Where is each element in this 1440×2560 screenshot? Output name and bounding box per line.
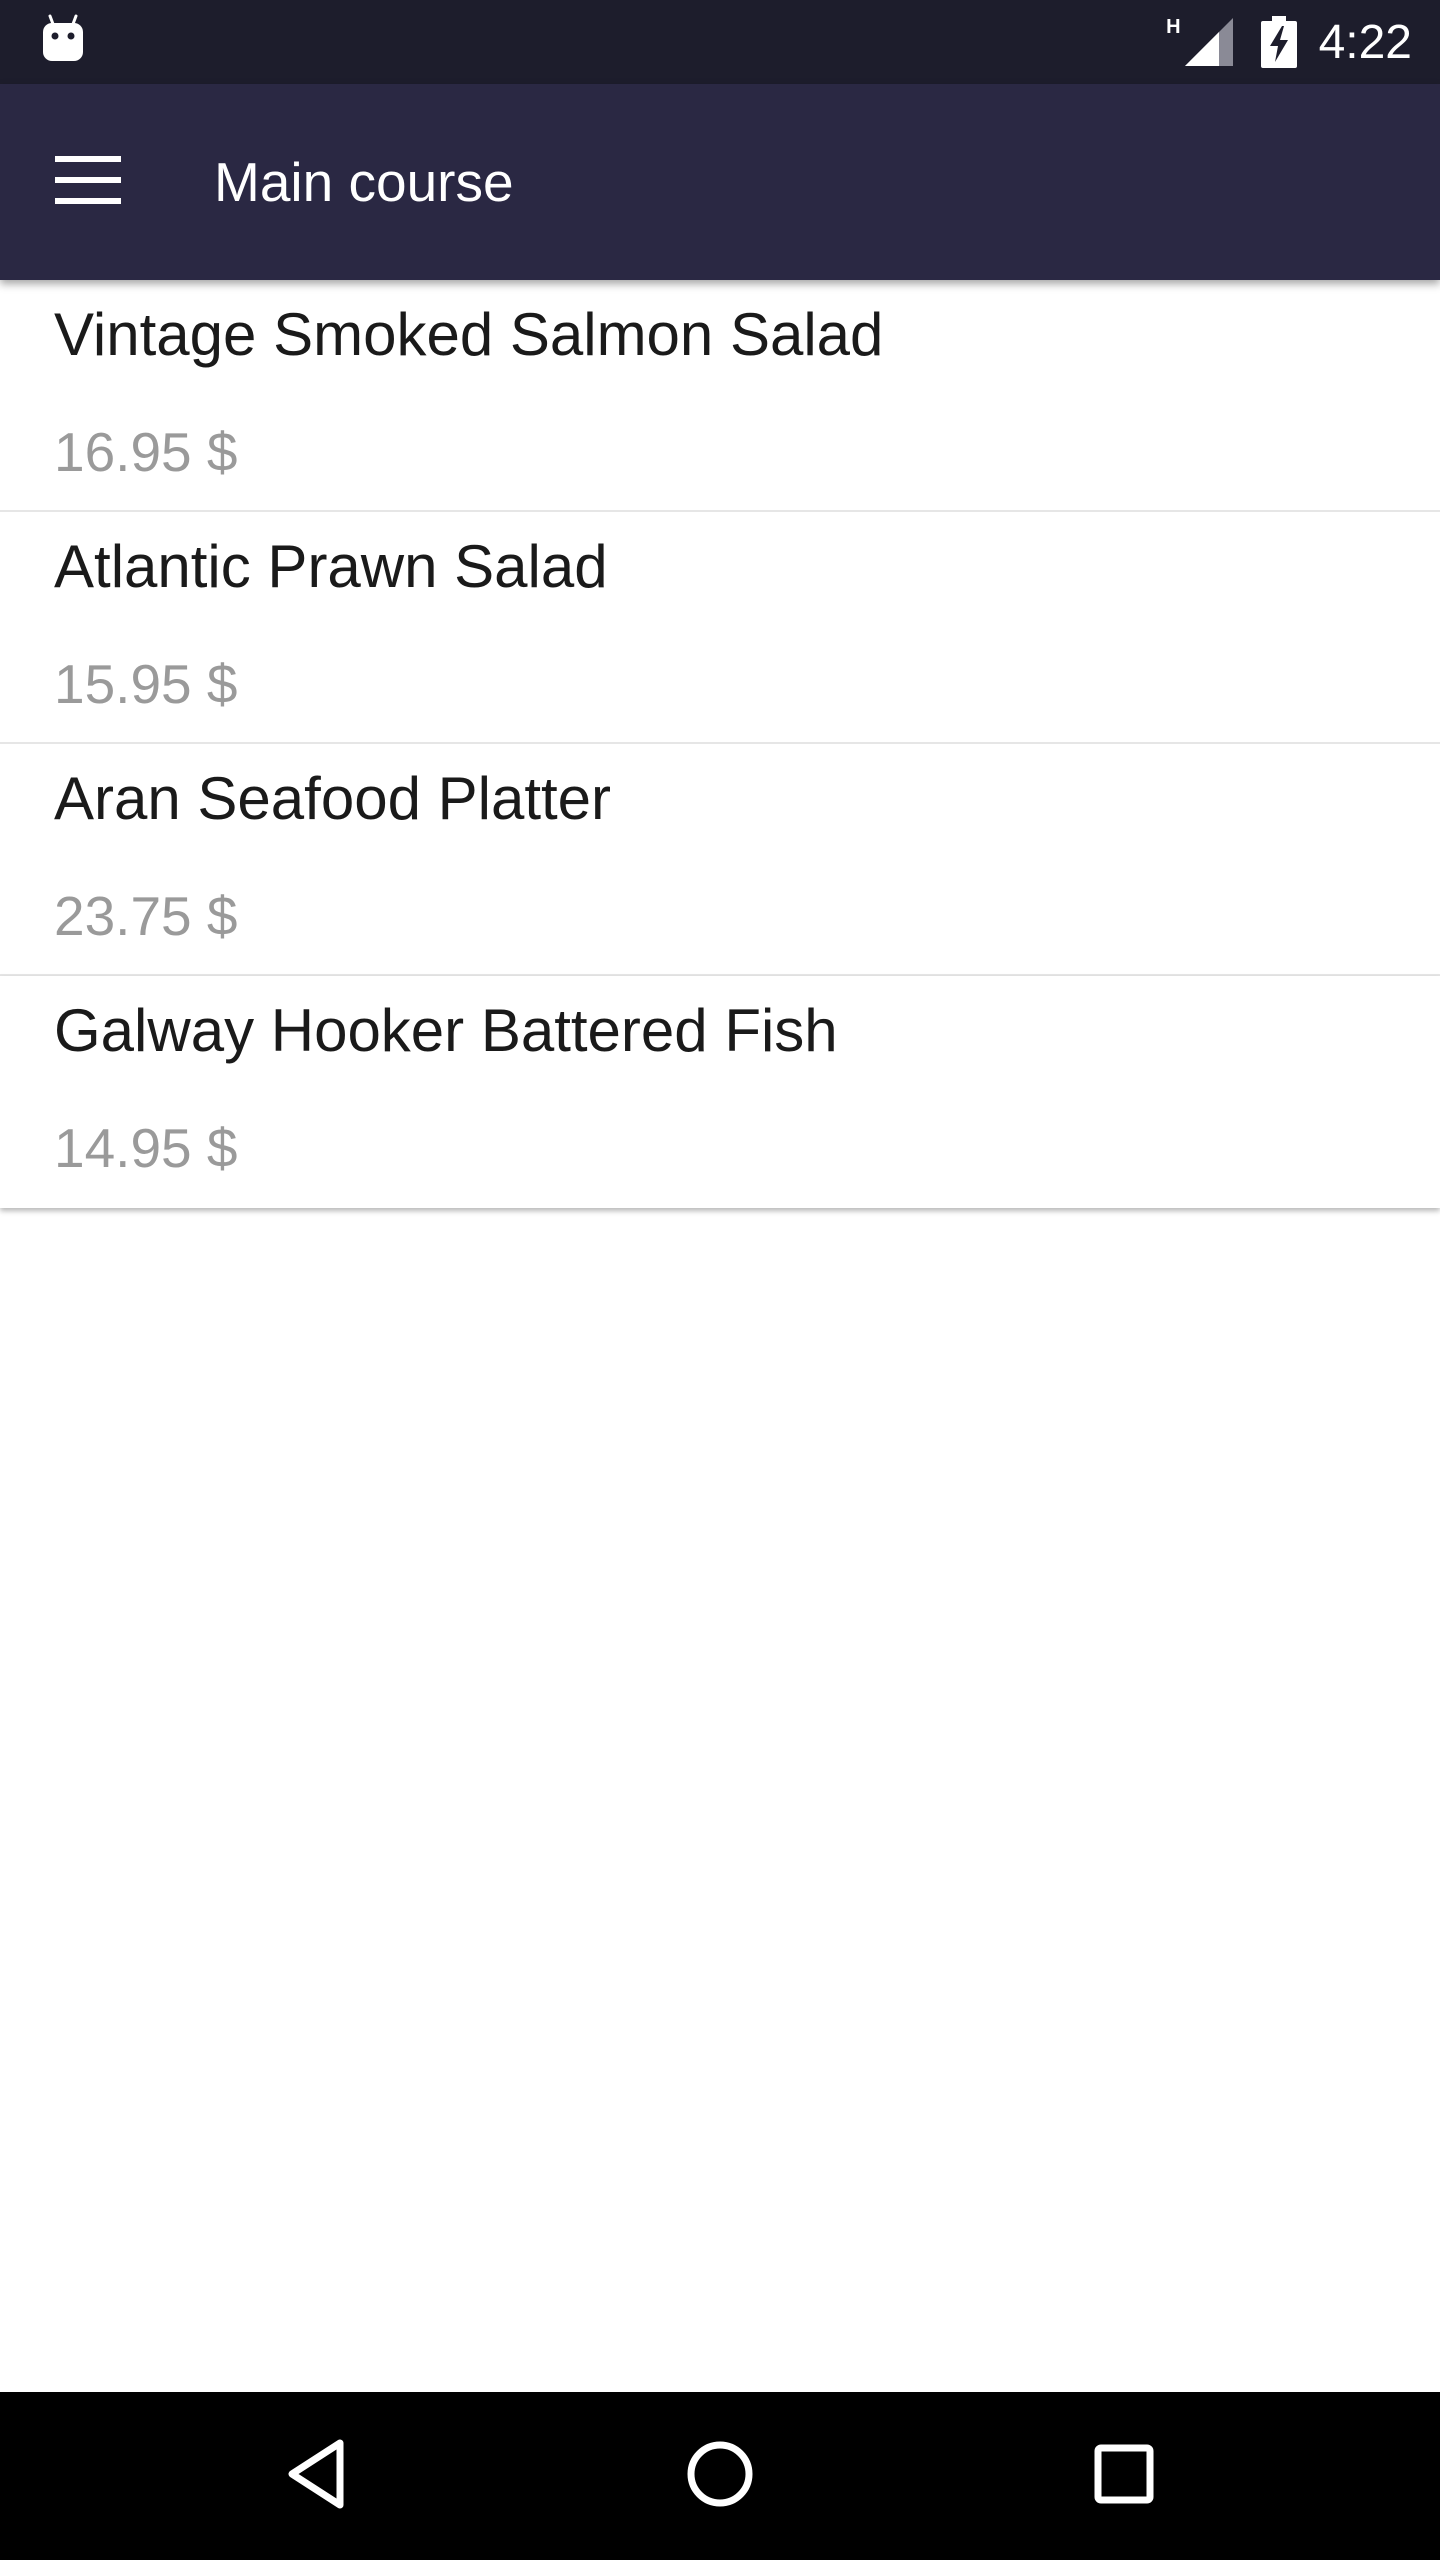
signal-icon xyxy=(1183,16,1235,68)
back-triangle-icon xyxy=(284,2437,348,2516)
home-circle-icon xyxy=(685,2439,755,2514)
page-title: Main course xyxy=(214,151,514,213)
status-clock: 4:22 xyxy=(1318,15,1412,69)
status-icons: H 4:22 xyxy=(1166,0,1412,84)
app-bar: Main course xyxy=(0,84,1440,280)
menu-item-card[interactable]: Atlantic Prawn Salad 15.95 $ xyxy=(0,512,1440,744)
status-bar: H 4:22 xyxy=(0,0,1440,84)
menu-item-card[interactable]: Vintage Smoked Salmon Salad 16.95 $ xyxy=(0,280,1440,512)
recents-button[interactable] xyxy=(1074,2426,1174,2526)
menu-item-name: Atlantic Prawn Salad xyxy=(54,533,608,600)
menu-item-card[interactable]: Galway Hooker Battered Fish 14.95 $ xyxy=(0,976,1440,1208)
menu-item-name: Aran Seafood Platter xyxy=(54,765,612,832)
recents-square-icon xyxy=(1093,2443,1155,2510)
menu-item-price: 16.95 $ xyxy=(54,421,238,483)
system-nav-bar xyxy=(0,2392,1440,2560)
hamburger-menu-button[interactable] xyxy=(40,134,136,230)
menu-item-price: 14.95 $ xyxy=(54,1117,238,1179)
menu-item-name: Vintage Smoked Salmon Salad xyxy=(54,301,884,368)
menu-item-card[interactable]: Aran Seafood Platter 23.75 $ xyxy=(0,744,1440,976)
home-button[interactable] xyxy=(670,2426,770,2526)
hamburger-menu-icon xyxy=(55,155,121,209)
screen: H 4:22 Main course Vintage Smoked Salmon… xyxy=(0,0,1440,2560)
android-robot-icon xyxy=(40,14,86,64)
back-button[interactable] xyxy=(266,2426,366,2526)
menu-item-price: 23.75 $ xyxy=(54,885,238,947)
menu-item-price: 15.95 $ xyxy=(54,653,238,715)
network-type: H xyxy=(1166,16,1181,38)
menu-item-name: Galway Hooker Battered Fish xyxy=(54,997,838,1064)
battery-charging-icon xyxy=(1260,16,1297,68)
menu-item-list: Vintage Smoked Salmon Salad 16.95 $ Atla… xyxy=(0,280,1440,1208)
